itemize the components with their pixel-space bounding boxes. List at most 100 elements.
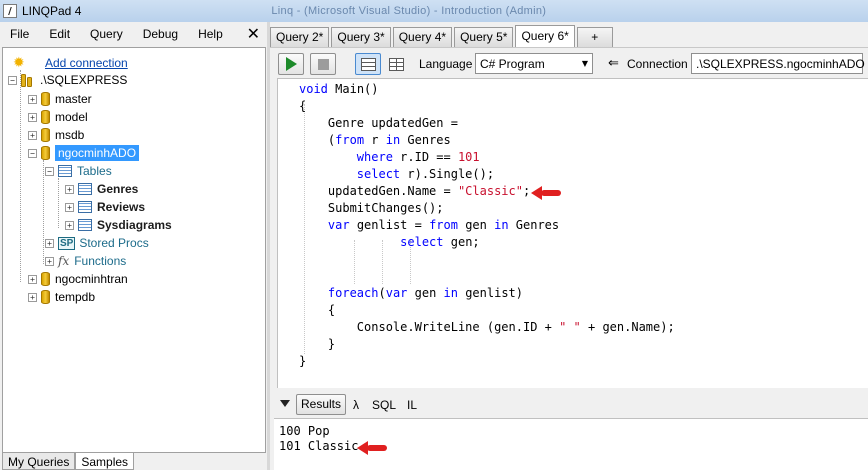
menu-debug[interactable]: Debug [133,27,188,41]
expand-icon[interactable]: + [65,202,74,212]
collapse-icon[interactable]: − [45,166,54,176]
code-line: } [299,336,335,353]
results-grid-button[interactable] [383,53,409,75]
expand-icon[interactable]: + [45,238,54,248]
close-icon[interactable]: ✕ [247,24,260,43]
expand-icon[interactable]: + [28,292,37,302]
connection-select[interactable]: .\SQLEXPRESS.ngocminhADO [691,53,865,74]
results-rich-text-button[interactable] [355,53,381,75]
code-editor[interactable]: void Main() { Genre updatedGen = (from r… [277,78,868,388]
code-keyword: void [299,82,328,96]
code-text: ( [378,286,386,300]
code-line: foreach(var gen in genlist) [299,285,523,302]
expand-icon[interactable]: + [65,184,74,194]
code-text: SubmitChanges(); [327,201,444,215]
result-line: 101 Classic [279,439,359,453]
tree-db-ngocminhtran[interactable]: + ngocminhtran [28,270,128,288]
code-text: r [364,133,386,147]
expand-icon[interactable]: + [28,130,37,140]
table-label: Reviews [97,200,146,214]
tab-samples[interactable]: Samples [75,453,135,470]
code-keyword: in [443,286,458,300]
expand-icon[interactable]: + [45,256,54,266]
play-icon [285,57,297,71]
tree-db-ngocminhado[interactable]: − ngocminhADO [28,144,140,162]
window-title-tail: Linq - (Microsoft Visual Studio) - Intro… [271,5,547,17]
menu-file[interactable]: File [0,27,39,41]
tab-query-2[interactable]: Query 2* [270,27,330,47]
code-text: Console.WriteLine (gen.ID + [356,320,560,334]
expand-icon[interactable]: + [28,112,37,122]
tab-query-5[interactable]: Query 5* [454,27,514,47]
tree-db-msdb[interactable]: + msdb [28,126,84,144]
chevron-down-icon: ▼ [581,59,588,68]
connection-value: .\SQLEXPRESS.ngocminhADO [696,56,865,71]
left-panel-tabs: My Queries Samples [2,453,135,470]
tree-table-sysdiagrams[interactable]: + Sysdiagrams [65,216,172,234]
code-line: var genlist = from gen in Genres [299,217,559,234]
stored-procs-icon: SP [58,236,76,250]
add-connection-link[interactable]: Add connection [45,56,128,70]
database-icon [41,110,50,124]
tab-query-6[interactable]: Query 6* [515,25,575,47]
tables-folder-label: Tables [77,164,112,178]
stop-icon [317,58,329,70]
language-select[interactable]: C# Program ▼ [475,53,593,74]
tree-functions[interactable]: + fx Functions [45,252,126,270]
table-icon [78,201,92,213]
code-line: select r).Single(); [299,166,494,183]
database-icon [41,146,50,160]
collapse-icon[interactable]: − [28,148,37,158]
code-text: gen [457,218,495,232]
collapse-results-icon[interactable] [280,400,290,407]
tree-server[interactable]: − .\SQLEXPRESS [8,71,127,89]
functions-icon: fx [58,254,70,268]
code-string: "Classic" [457,184,523,198]
menu-query[interactable]: Query [80,27,133,41]
db-label: master [55,92,92,106]
run-button[interactable] [278,53,304,75]
add-connection-item[interactable]: ✹ Add connection [13,54,128,72]
expand-icon[interactable]: + [28,274,37,284]
menu-help[interactable]: Help [188,27,233,41]
tree-db-master[interactable]: + master [28,90,92,108]
collapse-icon[interactable]: − [8,75,17,85]
tab-my-queries[interactable]: My Queries [2,453,76,470]
code-keyword: from [429,218,458,232]
lambda-tab[interactable]: λ [353,398,359,412]
table-label: Genres [97,182,139,196]
annotation-arrow-icon [531,186,561,200]
db-label: model [55,110,88,124]
expand-icon[interactable]: + [65,220,74,230]
code-text: updatedGen.Name = [327,184,458,198]
tree-db-tempdb[interactable]: + tempdb [28,288,95,306]
tab-query-4[interactable]: Query 4* [392,27,453,47]
results-tab[interactable]: Results [296,394,347,415]
code-text: gen; [443,235,480,249]
code-line: } [299,353,306,370]
code-keyword: select [400,235,444,249]
code-line: where r.ID == 101 [299,149,480,166]
tree-stored-procs[interactable]: + SP Stored Procs [45,234,149,252]
tables-folder-icon [58,165,72,177]
expand-icon[interactable]: + [28,94,37,104]
tree-guide-line [58,178,59,228]
tree-table-reviews[interactable]: + Reviews [65,198,145,216]
menu-edit[interactable]: Edit [39,27,80,41]
tab-query-3[interactable]: Query 3* [331,27,391,47]
tree-db-model[interactable]: + model [28,108,88,126]
stop-button[interactable] [310,53,336,75]
code-text: genlist) [457,286,524,300]
tree-tables-folder[interactable]: − Tables [45,162,112,180]
rich-text-grid-icon [360,57,376,71]
code-text: r).Single(); [400,167,495,181]
tree-table-genres[interactable]: + Genres [65,180,138,198]
new-query-tab-button[interactable]: + [576,27,613,47]
annotation-arrow-icon [357,441,387,455]
code-line: { [299,98,306,115]
il-tab[interactable]: IL [407,398,417,412]
sql-tab[interactable]: SQL [372,398,396,412]
server-icon [21,73,35,87]
tree-guide-line [20,70,21,282]
table-label: Sysdiagrams [97,218,172,232]
